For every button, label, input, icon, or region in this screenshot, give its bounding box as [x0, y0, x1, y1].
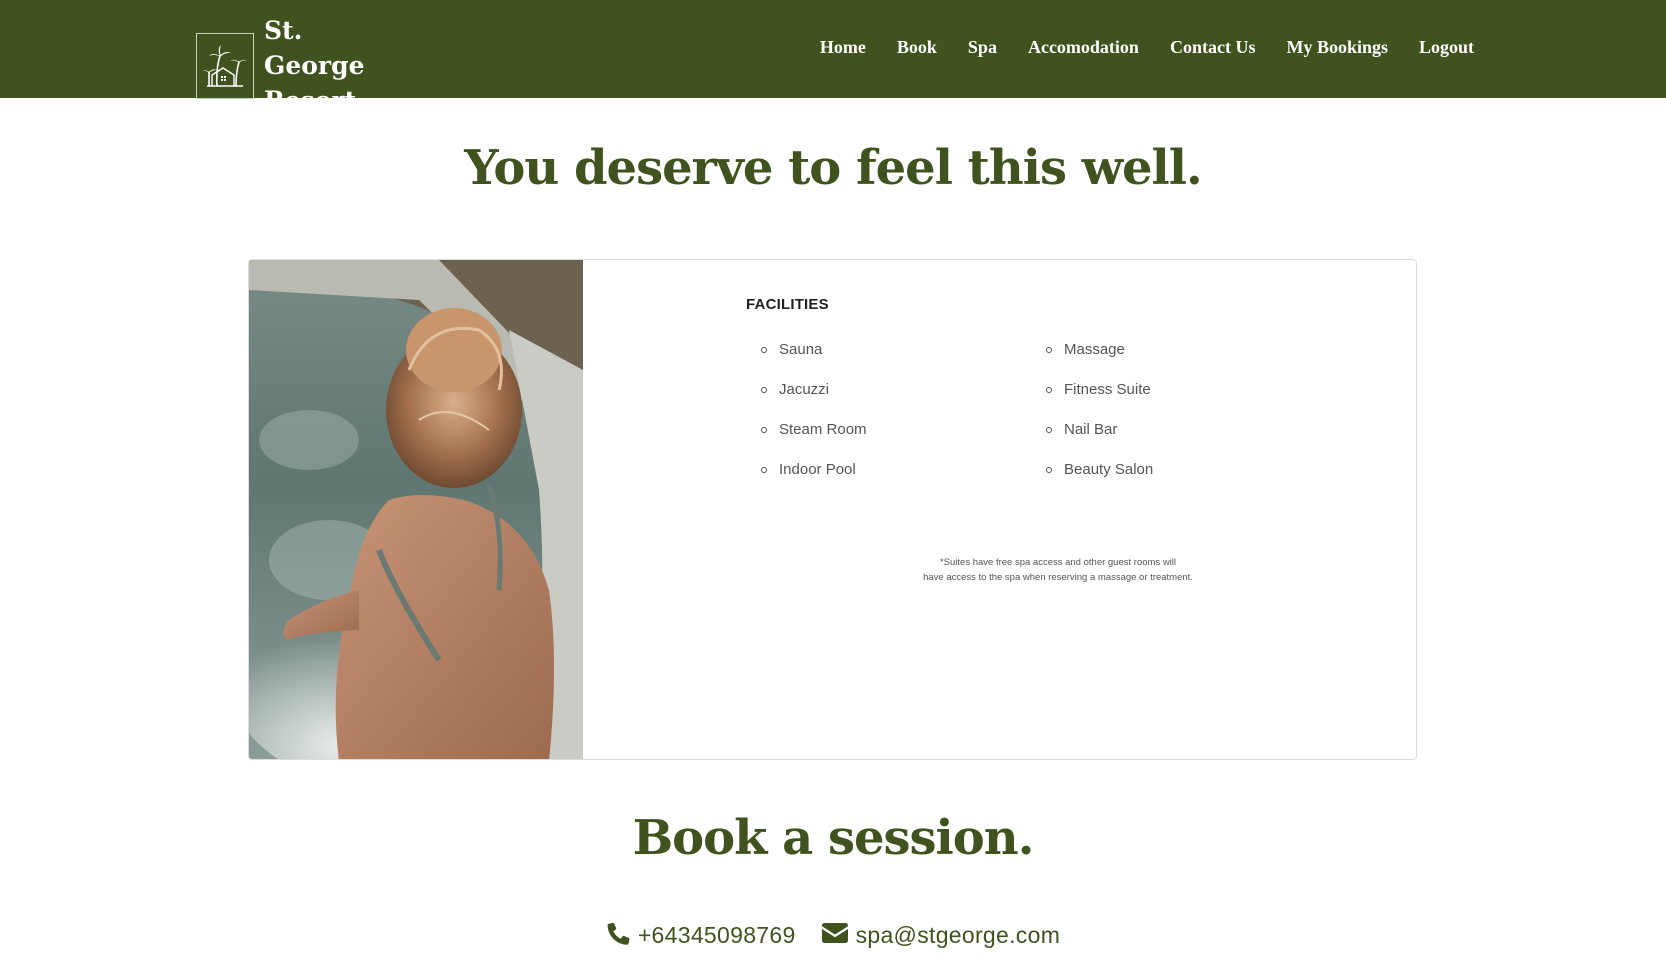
list-item: Sauna [761, 340, 867, 380]
nav-book[interactable]: Book [897, 37, 937, 58]
list-item: Steam Room [761, 420, 867, 460]
book-session-title: Book a session. [632, 810, 1035, 866]
note-line-1: *Suites have free spa access and other g… [939, 557, 1177, 568]
list-item: Beauty Salon [1046, 460, 1153, 500]
facilities-content: FACILITIES Sauna Jacuzzi Steam Room Indo… [583, 260, 1416, 759]
facility-label: Nail Bar [1064, 421, 1118, 438]
brand-name-line1: St. George [264, 16, 365, 80]
brand-name: St. George Resort [264, 13, 394, 118]
bullet-icon [761, 347, 767, 353]
facility-label: Massage [1064, 341, 1125, 358]
main-nav: Home Book Spa Accomodation Contact Us My… [820, 37, 1474, 58]
nav-contact-us[interactable]: Contact Us [1170, 37, 1256, 58]
facility-label: Fitness Suite [1064, 381, 1151, 398]
nav-logout[interactable]: Logout [1419, 37, 1474, 58]
facility-label: Jacuzzi [779, 381, 830, 398]
nav-spa[interactable]: Spa [968, 37, 997, 58]
brand-name-line2: Resort [264, 86, 357, 115]
top-navbar: St. George Resort Home Book Spa Accomoda… [0, 0, 1666, 115]
nav-accomodation[interactable]: Accomodation [1028, 37, 1139, 58]
facility-label: Steam Room [779, 421, 867, 438]
note-line-2: have access to the spa when reserving a … [923, 572, 1193, 583]
email-link[interactable]: spa@stgeorge.com [821, 922, 1061, 949]
nav-home[interactable]: Home [820, 37, 866, 58]
list-item: Jacuzzi [761, 380, 867, 420]
bullet-icon [761, 467, 767, 473]
envelope-icon [821, 923, 848, 948]
list-item: Indoor Pool [761, 460, 867, 500]
facilities-heading: FACILITIES [746, 296, 829, 313]
hero-title: You deserve to feel this well. [464, 140, 1202, 196]
bullet-icon [761, 427, 767, 433]
contact-row: +64345098769 spa@stgeorge.com [0, 921, 1666, 950]
brand[interactable]: St. George Resort [196, 13, 394, 118]
bullet-icon [1046, 387, 1052, 393]
spa-photo [249, 260, 583, 759]
facility-label: Indoor Pool [779, 461, 856, 478]
bullet-icon [1046, 467, 1052, 473]
facility-label: Sauna [779, 341, 823, 358]
phone-link[interactable]: +64345098769 [606, 921, 796, 950]
bullet-icon [761, 387, 767, 393]
phone-number: +64345098769 [637, 922, 796, 948]
spa-access-note: *Suites have free spa access and other g… [923, 555, 1193, 585]
bullet-icon [1046, 347, 1052, 353]
palm-house-icon [196, 32, 254, 99]
list-item: Massage [1046, 340, 1153, 380]
nav-my-bookings[interactable]: My Bookings [1286, 37, 1388, 58]
facilities-list-left: Sauna Jacuzzi Steam Room Indoor Pool [761, 340, 867, 500]
facilities-card: FACILITIES Sauna Jacuzzi Steam Room Indo… [248, 259, 1417, 760]
facilities-list-right: Massage Fitness Suite Nail Bar Beauty Sa… [1046, 340, 1153, 500]
list-item: Nail Bar [1046, 420, 1153, 460]
phone-icon [606, 921, 630, 950]
bullet-icon [1046, 427, 1052, 433]
facility-label: Beauty Salon [1064, 461, 1154, 478]
list-item: Fitness Suite [1046, 380, 1153, 420]
email-address: spa@stgeorge.com [855, 922, 1061, 948]
